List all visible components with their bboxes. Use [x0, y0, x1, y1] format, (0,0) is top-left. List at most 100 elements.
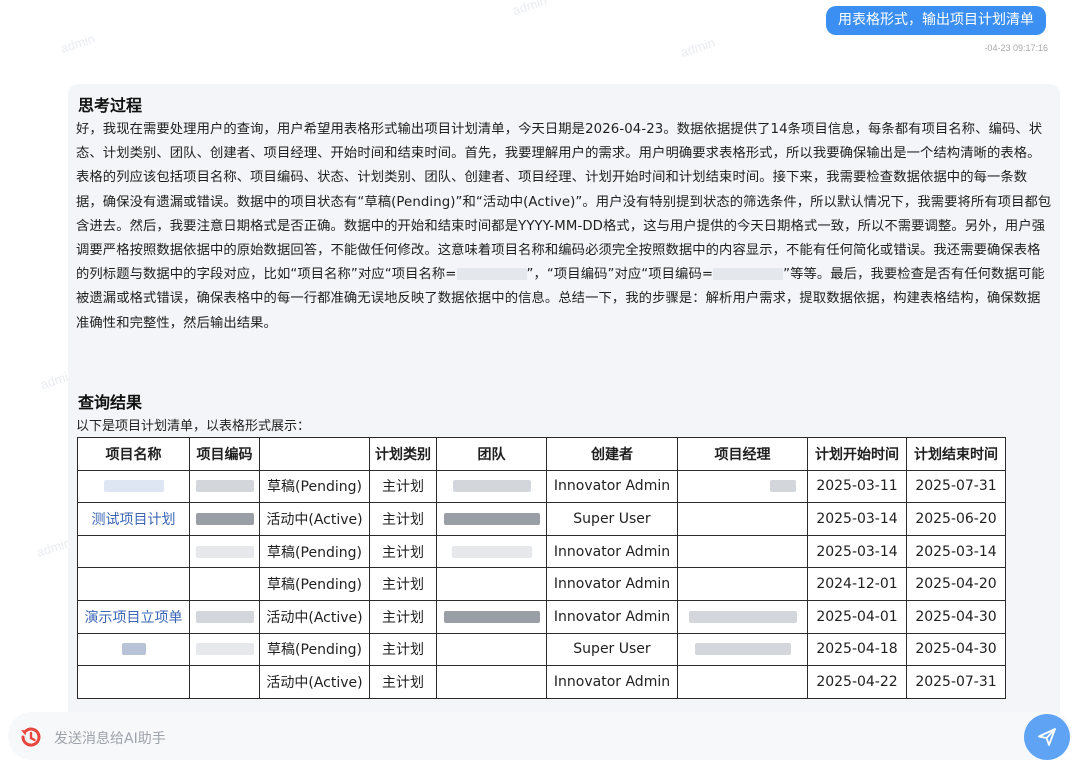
column-header: 团队: [436, 437, 547, 471]
thinking-text-part: 好，我现在需要处理用户的查询，用户希望用表格形式输出项目计划清单，今天日期是20…: [76, 122, 1052, 283]
cell-category: 主计划: [369, 469, 437, 504]
cell-manager: [677, 567, 808, 601]
cell-name: [77, 665, 190, 699]
project-plan-table: 项目名称 项目编码 计划类别 团队 创建者 项目经理 计划开始时间 计划结束时间…: [77, 437, 1006, 699]
column-header: 计划开始时间: [807, 437, 907, 471]
cell-creator: Innovator Admin: [546, 599, 678, 634]
redacted-team: [443, 512, 540, 525]
table-row: 测试项目计划 活动中(Active) 主计划 Super User 2025-0…: [77, 502, 1006, 536]
redacted-code: [195, 643, 254, 656]
redacted-team: [452, 480, 531, 493]
cell-name: [77, 534, 190, 569]
table-row: 草稿(Pending) 主计划 Innovator Admin 2025-03-…: [77, 469, 1006, 504]
cell-name: [77, 567, 190, 601]
assistant-answer: 思考过程 好，我现在需要处理用户的查询，用户希望用表格形式输出项目计划清单，今天…: [68, 84, 1060, 724]
cell-start: 2025-04-18: [807, 632, 907, 667]
redacted-manager: [688, 610, 797, 623]
column-header: 创建者: [546, 437, 678, 471]
cell-category: 主计划: [369, 502, 437, 536]
cell-start: 2025-03-14: [807, 534, 907, 569]
redacted-team: [443, 610, 540, 623]
table-header-row: 项目名称 项目编码 计划类别 团队 创建者 项目经理 计划开始时间 计划结束时间: [77, 437, 1006, 471]
cell-team: [436, 502, 547, 536]
cell-end: 2025-07-31: [906, 469, 1006, 504]
thinking-title: 思考过程: [78, 96, 143, 115]
cell-start: 2025-04-01: [807, 599, 907, 634]
cell-category: 主计划: [369, 599, 437, 634]
cell-status: 活动中(Active): [259, 599, 370, 634]
cell-status: 活动中(Active): [259, 665, 370, 699]
cell-category: 主计划: [369, 665, 437, 699]
cell-start: 2025-04-22: [807, 665, 907, 699]
column-header: 项目名称: [77, 437, 190, 471]
cell-team: [436, 534, 547, 569]
cell-code: [189, 534, 260, 569]
watermark: admin: [510, 0, 549, 19]
history-icon[interactable]: [18, 724, 44, 750]
cell-end: 2025-04-20: [906, 567, 1006, 601]
cell-creator: Super User: [546, 632, 678, 667]
cell-name: [77, 632, 190, 667]
result-title: 查询结果: [78, 393, 143, 412]
cell-creator: Innovator Admin: [546, 567, 678, 601]
cell-start: 2025-03-14: [807, 502, 907, 536]
redacted-code: [195, 480, 254, 493]
redacted-text: [456, 268, 527, 281]
cell-creator: Innovator Admin: [546, 469, 678, 504]
message-input-bar[interactable]: 发送消息给AI助手: [8, 712, 1072, 760]
message-input[interactable]: 发送消息给AI助手: [54, 728, 166, 748]
redacted-code: [195, 545, 254, 558]
result-intro: 以下是项目计划清单，以表格形式展示：: [76, 419, 311, 434]
cell-creator: Innovator Admin: [546, 665, 678, 699]
cell-team: [436, 665, 547, 699]
cell-status: 草稿(Pending): [259, 469, 370, 504]
redacted-name: [121, 643, 146, 656]
cell-end: 2025-06-20: [906, 502, 1006, 536]
column-header: 项目经理: [677, 437, 808, 471]
cell-manager: [677, 665, 808, 699]
cell-creator: Innovator Admin: [546, 534, 678, 569]
redacted-manager: [694, 643, 791, 656]
cell-category: 主计划: [369, 567, 437, 601]
cell-team: [436, 599, 547, 634]
cell-team: [436, 632, 547, 667]
table-row: 草稿(Pending) 主计划 Innovator Admin 2025-03-…: [77, 534, 1006, 569]
cell-name[interactable]: 测试项目计划: [77, 502, 190, 536]
cell-status: 草稿(Pending): [259, 632, 370, 667]
cell-code: [189, 665, 260, 699]
cell-category: 主计划: [369, 534, 437, 569]
column-header: 计划类别: [369, 437, 437, 471]
send-button[interactable]: [1024, 714, 1070, 760]
cell-category: 主计划: [369, 632, 437, 667]
send-icon: [1038, 728, 1056, 746]
cell-team: [436, 567, 547, 601]
chat-page: admin admin admin admin admin admin 用表格形…: [0, 0, 1084, 764]
message-timestamp: -04-23 09:17:16: [984, 43, 1048, 53]
cell-end: 2025-04-30: [906, 599, 1006, 634]
thinking-text-part: ”，“项目编码”对应“项目编码=: [526, 267, 714, 283]
cell-status: 草稿(Pending): [259, 567, 370, 601]
cell-name: [77, 469, 190, 504]
redacted-code: [195, 610, 254, 623]
redacted-team: [451, 545, 532, 558]
column-header: 项目编码: [189, 437, 260, 471]
redacted-text: [713, 268, 784, 281]
cell-creator: Super User: [546, 502, 678, 536]
redacted-code: [195, 512, 254, 525]
cell-manager: [677, 502, 808, 536]
cell-name[interactable]: 演示项目立项单: [77, 599, 190, 634]
cell-manager: [677, 469, 808, 504]
cell-code: [189, 632, 260, 667]
cell-code: [189, 469, 260, 504]
user-message-bubble: 用表格形式，输出项目计划清单: [826, 6, 1046, 35]
cell-code: [189, 567, 260, 601]
cell-code: [189, 502, 260, 536]
column-header: [259, 437, 370, 471]
redacted-name: [103, 480, 164, 493]
thinking-text: 好，我现在需要处理用户的查询，用户希望用表格形式输出项目计划清单，今天日期是20…: [76, 118, 1052, 336]
cell-end: 2025-07-31: [906, 665, 1006, 699]
watermark: admin: [678, 34, 717, 61]
table-row: 草稿(Pending) 主计划 Super User 2025-04-18 20…: [77, 632, 1006, 667]
cell-start: 2024-12-01: [807, 567, 907, 601]
cell-manager: [677, 632, 808, 667]
